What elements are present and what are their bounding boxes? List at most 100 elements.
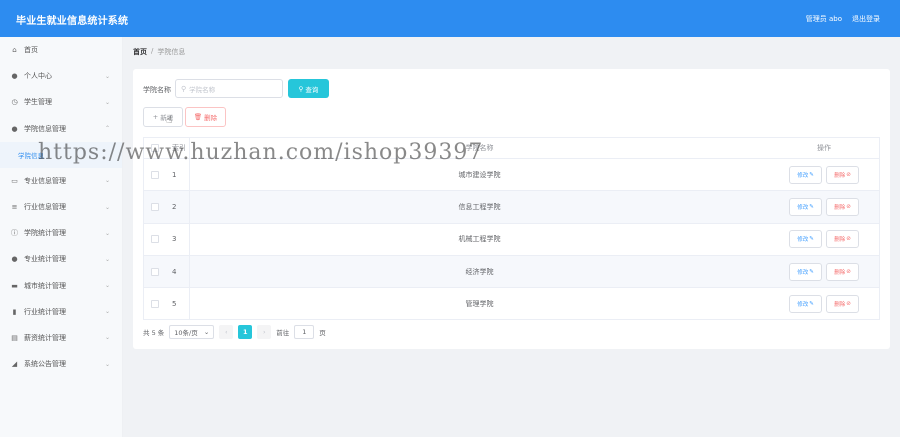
page-number[interactable]: 1 [238, 325, 253, 339]
delete-button[interactable]: 删除 ⊘ [826, 197, 859, 216]
app-title: 毕业生就业信息统计系统 [16, 16, 129, 27]
chevron-down-icon: ⌄ [104, 177, 110, 185]
sidebar-item-major-info[interactable]: ▭ 专业信息管理 ⌄ [0, 168, 122, 194]
sidebar-item-industry-stats[interactable]: ▮ 行业统计管理 ⌄ [0, 299, 122, 325]
chevron-left-icon: ‹ [224, 328, 228, 336]
row-checkbox[interactable] [151, 202, 159, 211]
chevron-right-icon: › [262, 328, 266, 336]
sidebar-item-major-stats[interactable]: ● 专业统计管理 ⌄ [0, 246, 122, 272]
delete-button[interactable]: 删除 ⊘ [826, 294, 859, 313]
sidebar-item-label: 个人中心 [24, 72, 52, 81]
edit-button[interactable]: 修改 ✎ [789, 262, 822, 281]
trash-icon: ⊘ [846, 171, 851, 178]
row-checkbox[interactable] [151, 267, 159, 276]
sidebar-item-city-stats[interactable]: ▬ 城市统计管理 ⌄ [0, 273, 122, 299]
edit-button[interactable]: 修改 ✎ [789, 230, 822, 249]
table-row: 4 经济学院 修改 ✎ 删除 ⊘ [144, 254, 879, 288]
next-page-button[interactable]: › [257, 325, 272, 339]
row-name: 机械工程学院 [458, 235, 501, 244]
table-row: 1 城市建设学院 修改 ✎ 删除 ⊘ [144, 158, 879, 191]
row-checkbox[interactable] [151, 170, 159, 179]
sidebar-item-label: 薪资统计管理 [24, 333, 66, 342]
info-icon: ⓘ [11, 229, 18, 238]
edit-icon: ✎ [809, 268, 814, 275]
page-size-select[interactable]: 10条/页 ⌄ [169, 325, 215, 339]
row-index: 5 [166, 288, 190, 320]
edit-label: 修改 [797, 172, 809, 179]
breadcrumb-current: 学院信息 [157, 48, 186, 56]
sliders-icon: ≡ [11, 203, 18, 212]
sidebar-item-announcements[interactable]: ◢ 系统公告管理 ⌄ [0, 351, 122, 377]
row-name: 经济学院 [465, 267, 494, 276]
query-button[interactable]: ⚲ 查询 [288, 79, 329, 98]
row-name: 管理学院 [465, 299, 494, 308]
location-icon: ● [11, 124, 18, 133]
edit-button[interactable]: 修改 ✎ [789, 197, 822, 216]
edit-icon: ✎ [809, 171, 814, 178]
sidebar-item-label: 系统公告管理 [24, 360, 66, 369]
table-row: 5 管理学院 修改 ✎ 删除 ⊘ [144, 287, 879, 320]
row-checkbox[interactable] [151, 299, 159, 308]
delete-button[interactable]: 删除 ⊘ [826, 165, 859, 184]
user-icon: ● [11, 72, 18, 81]
hand-cursor-icon: ☝ [166, 115, 173, 126]
delete-button[interactable]: 删除 ⊘ [826, 230, 859, 249]
search-input[interactable]: ⚲ 学院名称 [175, 79, 283, 98]
delete-label: 删除 [834, 237, 846, 244]
breadcrumb: 首页 / 学院信息 [133, 47, 185, 57]
chevron-down-icon: ⌄ [104, 98, 110, 106]
sidebar-item-salary-stats[interactable]: ▤ 薪资统计管理 ⌄ [0, 325, 122, 351]
query-button-label: 查询 [305, 85, 319, 94]
edit-label: 修改 [797, 237, 809, 244]
top-header: 毕业生就业信息统计系统 管理员 abo 退出登录 [0, 0, 900, 37]
logout-link[interactable]: 退出登录 [852, 14, 880, 24]
total-count: 共 5 条 [143, 329, 165, 337]
edit-icon: ✎ [809, 300, 814, 307]
edit-label: 修改 [797, 269, 809, 276]
sidebar-item-college-stats[interactable]: ⓘ 学院统计管理 ⌄ [0, 220, 122, 246]
sidebar-item-label: 学院统计管理 [24, 229, 66, 238]
sidebar-item-label: 专业统计管理 [24, 255, 66, 264]
goto-page-input[interactable] [294, 325, 315, 339]
document-icon: ▤ [11, 333, 18, 342]
add-button[interactable]: + 新增 [143, 107, 183, 127]
edit-button[interactable]: 修改 ✎ [789, 165, 822, 184]
chevron-down-icon: ⌄ [104, 334, 110, 342]
delete-label: 删除 [834, 269, 846, 276]
trash-icon: 🗑 [193, 113, 203, 121]
megaphone-icon: ◢ [11, 360, 18, 369]
sidebar-item-college-info[interactable]: ● 学院信息管理 ⌃ [0, 116, 122, 142]
delete-label: 删除 [834, 204, 846, 211]
edit-icon: ✎ [809, 236, 814, 243]
user-label[interactable]: 管理员 abo [806, 14, 842, 24]
sidebar-item-industry-info[interactable]: ≡ 行业信息管理 ⌄ [0, 194, 122, 220]
chevron-down-icon: ⌄ [104, 229, 110, 237]
sidebar-item-students[interactable]: ◷ 学生管理 ⌄ [0, 89, 122, 115]
row-checkbox[interactable] [151, 235, 159, 244]
search-icon: ⚲ [181, 84, 187, 93]
row-index: 2 [166, 191, 190, 223]
chevron-down-icon: ⌄ [104, 203, 110, 211]
chevron-down-icon: ⌄ [104, 255, 110, 263]
sidebar: ⌂ 首页 ● 个人中心 ⌄ ◷ 学生管理 ⌄ ● 学院信息管理 ⌃ 学院信息 ▭… [0, 37, 123, 437]
delete-button[interactable]: 删除 ⊘ [826, 262, 859, 281]
select-all-checkbox[interactable] [151, 144, 159, 152]
submenu-college-info[interactable]: 学院信息 [0, 141, 122, 168]
sidebar-item-profile[interactable]: ● 个人中心 ⌄ [0, 63, 122, 89]
trash-icon: ⊘ [846, 300, 851, 307]
sidebar-item-home[interactable]: ⌂ 首页 [0, 37, 122, 63]
bar-chart-icon: ▮ [12, 307, 17, 316]
batch-delete-button[interactable]: 🗑 删除 [185, 107, 226, 127]
content-panel: 学院名称 ⚲ 学院名称 ⚲ 查询 + 新增 🗑 删除 ☝ 索引 学院名称 操作 … [133, 69, 890, 349]
edit-button[interactable]: 修改 ✎ [789, 294, 822, 313]
chevron-up-icon: ⌃ [104, 125, 110, 133]
trash-icon: ⊘ [846, 268, 851, 275]
row-index: 3 [166, 223, 190, 255]
prev-page-button[interactable]: ‹ [219, 325, 234, 339]
sidebar-item-label: 学生管理 [24, 98, 52, 107]
breadcrumb-home[interactable]: 首页 [133, 47, 147, 57]
table-header-row: 索引 学院名称 操作 [144, 138, 879, 158]
sidebar-item-label: 学院信息管理 [24, 124, 66, 133]
plus-icon: + [152, 113, 159, 121]
header-actions: 操作 [817, 144, 831, 152]
